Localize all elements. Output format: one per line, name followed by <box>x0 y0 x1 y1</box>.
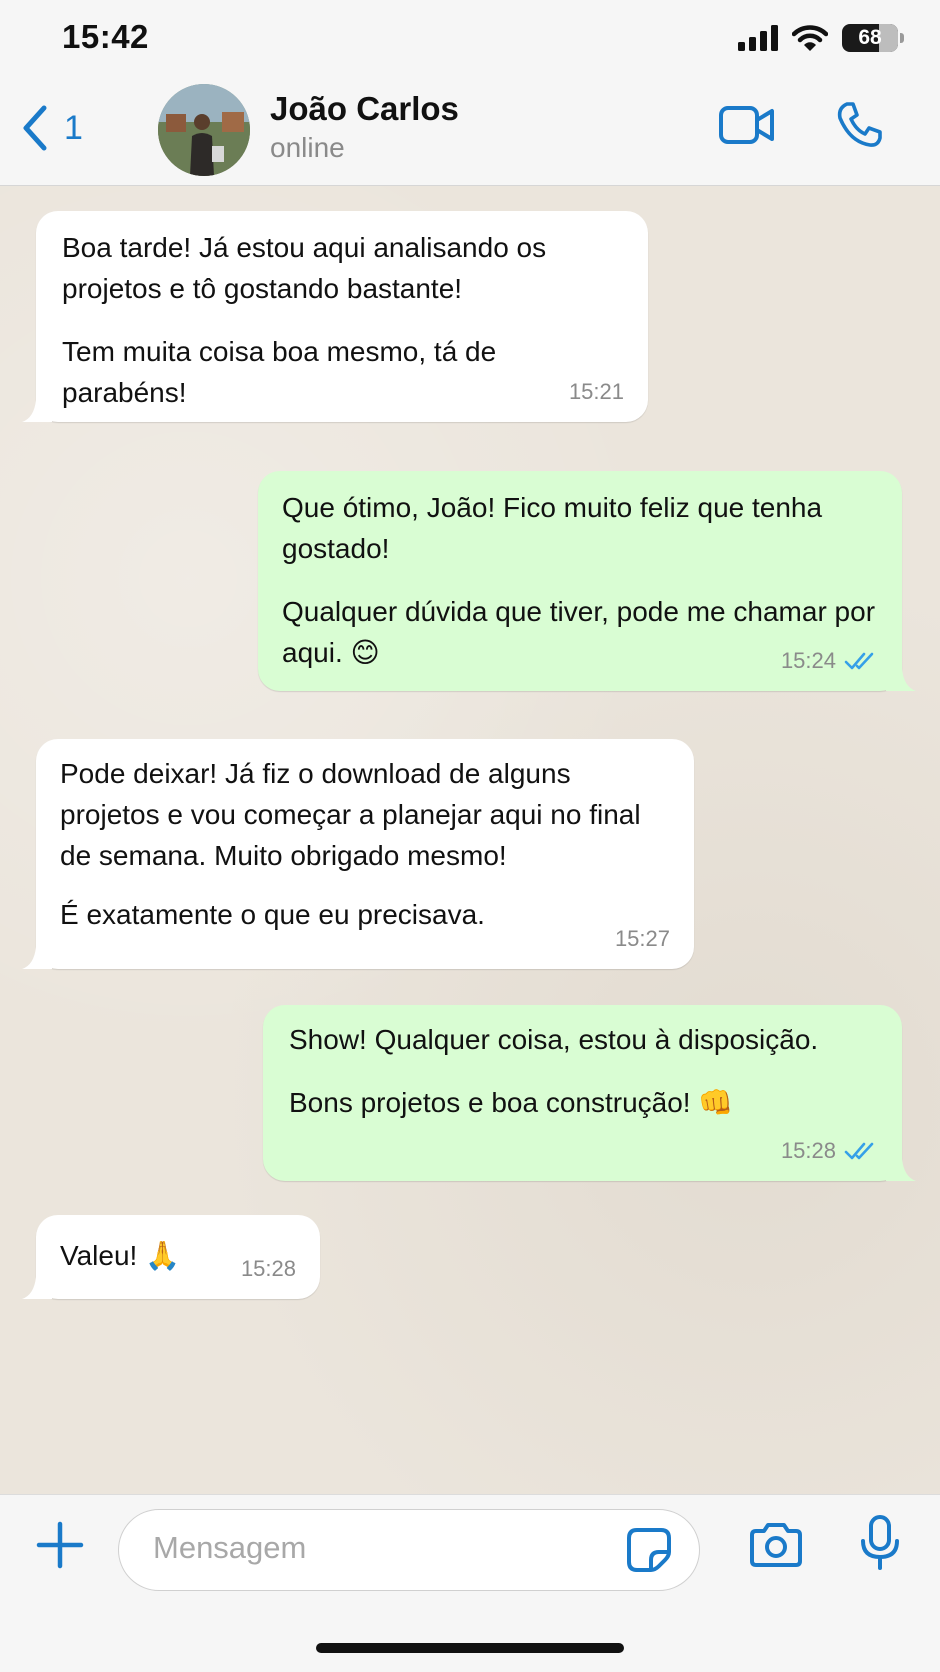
back-chevron-icon <box>23 105 47 151</box>
unread-count: 1 <box>64 108 83 147</box>
battery-indicator: 68 <box>842 24 904 52</box>
cellular-signal-icon <box>738 25 778 51</box>
message-placeholder: Mensagem <box>153 1530 307 1565</box>
message-bubble-incoming[interactable]: Pode deixar! Já fiz o download de alguns… <box>22 739 694 969</box>
message-meta: 15:21 <box>569 371 624 412</box>
bubble-tail <box>22 400 52 422</box>
message-text: Tem muita coisa boa mesmo, tá de parabén… <box>62 336 497 408</box>
microphone-icon <box>861 1515 899 1570</box>
contact-name[interactable]: João Carlos <box>270 90 459 128</box>
sticker-icon <box>627 1528 671 1572</box>
status-icons: 68 <box>738 24 904 52</box>
bubble-tail <box>22 947 52 969</box>
message-bubble-outgoing[interactable]: Show! Qualquer coisa, estou à disposição… <box>263 1005 916 1181</box>
bubble-tail <box>886 1159 916 1181</box>
message-time: 15:27 <box>614 926 670 951</box>
video-call-button[interactable] <box>718 102 776 153</box>
status-bar: 15:42 68 <box>0 0 940 80</box>
microphone-button[interactable] <box>860 1515 900 1576</box>
plus-icon <box>36 1521 84 1569</box>
message-time: 15:21 <box>568 379 624 404</box>
message-text: É exatamente o que eu precisava. <box>60 899 485 930</box>
message-input[interactable]: Mensagem <box>118 1509 700 1591</box>
message-time: 15:28 <box>780 1138 836 1163</box>
message-meta: 15:28 <box>781 1130 878 1171</box>
message-text: Pode deixar! Já fiz o download de alguns… <box>60 758 641 871</box>
message-time: 15:24 <box>780 648 836 673</box>
bubble-tail <box>22 1277 52 1299</box>
sticker-button[interactable] <box>625 1526 673 1579</box>
wifi-icon <box>792 25 828 51</box>
chat-header: 1 João Carlos online <box>0 80 940 186</box>
message-bubble-incoming[interactable]: Valeu! 🙏 15:28 <box>22 1215 320 1299</box>
camera-button[interactable] <box>748 1521 804 1574</box>
home-indicator[interactable] <box>316 1643 624 1653</box>
message-meta: 15:27 <box>615 918 670 959</box>
video-camera-icon <box>719 106 774 144</box>
message-meta: 15:24 <box>781 640 878 681</box>
message-meta: 15:28 <box>241 1248 296 1289</box>
phone-icon <box>837 102 882 147</box>
attach-button[interactable] <box>36 1521 84 1574</box>
message-bubble-incoming[interactable]: Boa tarde! Já estou aqui analisando os p… <box>22 211 648 422</box>
back-button[interactable]: 1 <box>20 104 83 152</box>
message-text: Show! Qualquer coisa, estou à disposição… <box>289 1024 819 1055</box>
message-text: Boa tarde! Já estou aqui analisando os p… <box>62 232 547 304</box>
double-check-icon <box>844 1142 874 1159</box>
battery-level: 68 <box>858 26 882 49</box>
message-text: Bons projetos e boa construção! 👊 <box>289 1087 734 1118</box>
double-check-icon <box>844 652 874 669</box>
message-bubble-outgoing[interactable]: Que ótimo, João! Fico muito feliz que te… <box>258 471 916 691</box>
message-text: Que ótimo, João! Fico muito feliz que te… <box>282 492 823 564</box>
status-time: 15:42 <box>62 18 149 55</box>
avatar[interactable] <box>158 84 250 176</box>
voice-call-button[interactable] <box>834 100 884 155</box>
contact-status: online <box>270 132 345 163</box>
message-time: 15:28 <box>240 1256 296 1281</box>
avatar-photo <box>158 84 250 176</box>
chat-area[interactable]: Boa tarde! Já estou aqui analisando os p… <box>0 186 940 1494</box>
camera-icon <box>750 1523 802 1567</box>
bubble-tail <box>886 669 916 691</box>
